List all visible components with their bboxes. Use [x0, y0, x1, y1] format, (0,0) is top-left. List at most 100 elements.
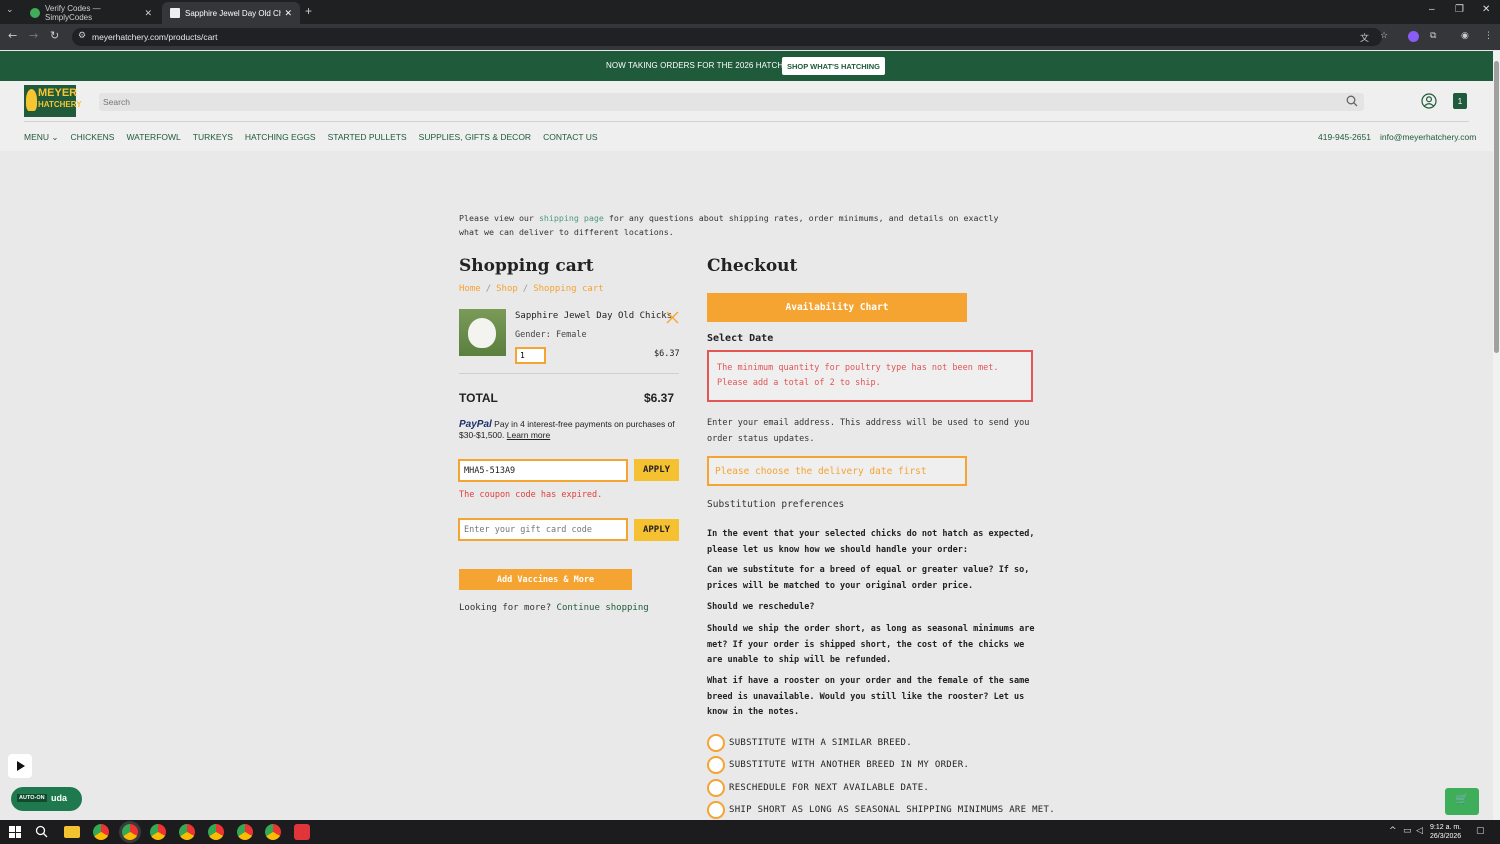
site-info-icon[interactable]: ⚙: [78, 31, 89, 42]
product-gender: Gender: Female: [515, 330, 587, 340]
chrome-active-icon[interactable]: [122, 824, 138, 840]
option-label: RESCHEDULE FOR NEXT AVAILABLE DATE.: [729, 783, 930, 793]
paypal-text: Pay in 4 interest-free payments on purch…: [459, 419, 675, 440]
chrome-icon[interactable]: [179, 824, 195, 840]
new-tab-icon[interactable]: +: [305, 4, 312, 18]
nav-contact-us[interactable]: CONTACT US: [543, 132, 597, 143]
restore-icon[interactable]: ❐: [1455, 4, 1464, 15]
nav-started-pullets[interactable]: STARTED PULLETS: [328, 132, 407, 143]
product-name[interactable]: Sapphire Jewel Day Old Chicks: [515, 311, 672, 321]
play-video-icon[interactable]: [8, 754, 32, 778]
app-icon[interactable]: [294, 824, 310, 840]
windows-start-icon[interactable]: [9, 826, 21, 838]
shop-whats-hatching-button[interactable]: SHOP WHAT'S HATCHING: [782, 57, 885, 75]
tab-meyer-hatchery[interactable]: Sapphire Jewel Day Old Chick ✕: [162, 2, 300, 24]
bookmark-star-icon[interactable]: ☆: [1380, 31, 1391, 42]
chrome-icon[interactable]: [150, 824, 166, 840]
reload-icon[interactable]: ↻: [50, 29, 59, 42]
scrollbar-thumb[interactable]: [1494, 61, 1499, 353]
breadcrumb-home[interactable]: Home: [459, 284, 481, 294]
tray-chevron-icon[interactable]: ^: [1389, 826, 1397, 836]
back-arrow-icon[interactable]: ←: [8, 29, 17, 42]
radio-button[interactable]: [707, 801, 725, 819]
radio-button[interactable]: [707, 734, 725, 752]
quantity-input[interactable]: [515, 347, 546, 364]
shipping-note-text: Please view our: [459, 213, 539, 223]
nav-hatching-eggs[interactable]: HATCHING EGGS: [245, 132, 316, 143]
tab-simplycodes[interactable]: Verify Codes — SimplyCodes ✕: [22, 2, 160, 24]
hen-image-icon: [468, 318, 496, 348]
product-image[interactable]: [459, 309, 506, 356]
nav-supplies-gifts-decor[interactable]: SUPPLIES, GIFTS & DECOR: [419, 132, 531, 143]
minimize-icon[interactable]: –: [1429, 4, 1435, 15]
url-input[interactable]: meyerhatchery.com/products/cart: [72, 28, 1382, 46]
breadcrumb-separator: /: [485, 284, 492, 294]
availability-chart-button[interactable]: Availability Chart: [707, 293, 967, 322]
simplycodes-favicon-icon: [30, 8, 40, 18]
nav-turkeys[interactable]: TURKEYS: [193, 132, 233, 143]
apply-gift-card-button[interactable]: APPLY: [634, 519, 679, 541]
account-icon[interactable]: [1421, 93, 1437, 109]
auto-on-widget[interactable]: AUTO-ON uda: [11, 787, 82, 811]
option-reschedule[interactable]: RESCHEDULE FOR NEXT AVAILABLE DATE.: [707, 779, 929, 797]
radio-button[interactable]: [707, 779, 725, 797]
tab-search-chevron-icon[interactable]: ⌄: [6, 5, 14, 15]
nav-chickens[interactable]: CHICKENS: [71, 132, 115, 143]
close-tab-icon[interactable]: ✕: [144, 8, 152, 19]
taskbar-search-icon[interactable]: [35, 825, 48, 838]
option-similar-breed[interactable]: SUBSTITUTE WITH A SIMILAR BREED.: [707, 734, 912, 752]
windows-taskbar: ^ ▭ ◁ 9:12 a. m. 26/3/2026 ▢: [0, 820, 1500, 844]
breadcrumb: Home / Shop / Shopping cart: [459, 284, 604, 294]
breadcrumb-current: Shopping cart: [533, 284, 604, 294]
close-tab-icon[interactable]: ✕: [284, 8, 292, 19]
continue-shopping-link[interactable]: Continue shopping: [557, 603, 649, 613]
add-vaccines-button[interactable]: Add Vaccines & More: [459, 569, 632, 590]
nav-waterfowl[interactable]: WATERFOWL: [126, 132, 180, 143]
profile-icon[interactable]: ◉: [1461, 31, 1472, 42]
network-icon[interactable]: ▭: [1403, 826, 1412, 836]
gift-card-input[interactable]: [458, 518, 628, 541]
cart-bag-icon[interactable]: 1: [1453, 93, 1467, 109]
delivery-date-field[interactable]: Please choose the delivery date first: [707, 456, 967, 486]
translate-icon[interactable]: 文: [1360, 31, 1371, 44]
chrome-icon[interactable]: [93, 824, 109, 840]
taskbar-clock[interactable]: 9:12 a. m. 26/3/2026: [1430, 823, 1461, 841]
volume-icon[interactable]: ◁: [1416, 826, 1423, 836]
paypal-learn-more-link[interactable]: Learn more: [507, 430, 550, 440]
email-link[interactable]: info@meyerhatchery.com: [1380, 132, 1476, 142]
page-scrollbar[interactable]: [1493, 51, 1500, 820]
file-explorer-icon[interactable]: [64, 826, 80, 838]
extensions-puzzle-icon[interactable]: ⧉: [1430, 31, 1441, 42]
nav-menu[interactable]: MENU ⌄: [24, 132, 59, 143]
apply-coupon-button[interactable]: APPLY: [634, 459, 679, 481]
breadcrumb-separator: /: [522, 284, 529, 294]
radio-button[interactable]: [707, 756, 725, 774]
shipping-page-link[interactable]: shipping page: [539, 213, 604, 223]
shopping-cart-fab-icon[interactable]: 🛒: [1445, 788, 1479, 815]
more-text: Looking for more?: [459, 603, 557, 613]
remove-item-icon[interactable]: [666, 311, 679, 324]
widget-label: uda: [51, 793, 68, 803]
extension-icon[interactable]: [1408, 31, 1419, 42]
coupon-error: The coupon code has expired.: [459, 490, 603, 500]
rooster-question: What if have a rooster on your order and…: [707, 676, 1030, 717]
option-another-breed[interactable]: SUBSTITUTE WITH ANOTHER BREED IN MY ORDE…: [707, 756, 969, 774]
option-ship-short[interactable]: SHIP SHORT AS LONG AS SEASONAL SHIPPING …: [707, 801, 1055, 819]
search-input[interactable]: [99, 93, 1364, 111]
meyer-favicon-icon: [170, 8, 180, 18]
chrome-icon[interactable]: [265, 824, 281, 840]
window-close-icon[interactable]: ✕: [1482, 4, 1490, 15]
reschedule-question: Should we reschedule?: [707, 602, 815, 612]
cart-count-badge: 1: [1457, 97, 1463, 106]
search-icon[interactable]: [1346, 95, 1358, 107]
coupon-input[interactable]: [458, 459, 628, 482]
browser-menu-icon[interactable]: ⋮: [1484, 31, 1495, 42]
ship-short-question: Should we ship the order short, as long …: [707, 624, 1035, 665]
breadcrumb-shop[interactable]: Shop: [496, 284, 518, 294]
meyer-hatchery-logo[interactable]: MEYER HATCHERY: [24, 85, 82, 117]
chrome-icon[interactable]: [208, 824, 224, 840]
chrome-icon[interactable]: [237, 824, 253, 840]
forward-arrow-icon[interactable]: →: [29, 29, 38, 42]
notifications-icon[interactable]: ▢: [1476, 826, 1485, 836]
phone-link[interactable]: 419-945-2651: [1318, 132, 1371, 142]
